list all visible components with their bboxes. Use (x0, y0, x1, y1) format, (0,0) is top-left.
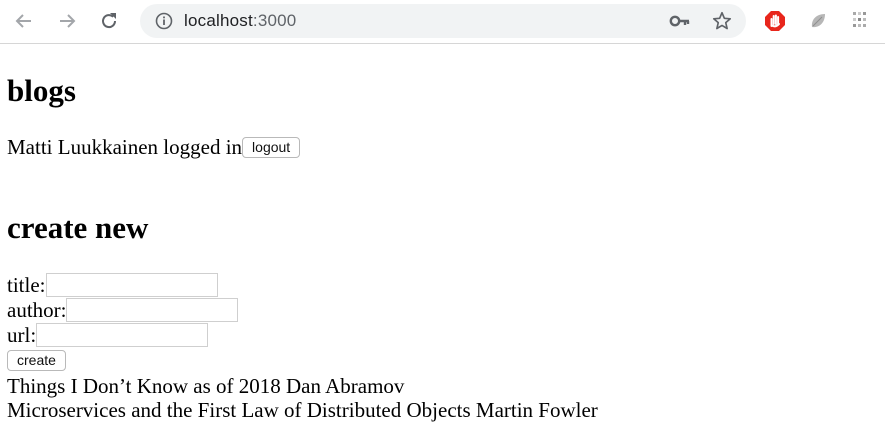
author-label: author: (7, 298, 67, 322)
leaf-extension[interactable] (806, 9, 830, 33)
url-label: url: (7, 323, 37, 347)
forward-arrow-icon (60, 14, 76, 28)
stop-extension-icon (765, 11, 785, 31)
title-label: title: (7, 273, 46, 297)
browser-toolbar: localhost:3000 (0, 0, 885, 44)
back-arrow-icon (15, 14, 31, 28)
create-button-wrap: create (7, 350, 66, 372)
url-input[interactable] (36, 323, 209, 347)
reload-button[interactable] (96, 8, 122, 34)
page-title: blogs (7, 73, 76, 108)
forward-button[interactable] (54, 8, 80, 34)
url-text[interactable]: localhost:3000 (184, 10, 296, 32)
url-host: localhost (184, 11, 253, 30)
url-port: :3000 (252, 11, 297, 30)
create-button[interactable]: create (7, 350, 66, 371)
grid-extension[interactable] (848, 9, 872, 33)
grid-extension-icon (853, 12, 866, 27)
star-icon[interactable] (711, 10, 733, 32)
author-input[interactable] (66, 298, 239, 322)
back-button[interactable] (11, 8, 37, 34)
logout-button[interactable]: logout (242, 137, 301, 158)
address-bar[interactable]: localhost:3000 (140, 4, 746, 38)
stop-extension[interactable] (763, 9, 787, 33)
login-status: Matti Luukkainen logged in logout (7, 135, 301, 159)
reload-icon (102, 13, 117, 29)
title-input[interactable] (45, 273, 218, 297)
blog-item: Things I Don’t Know as of 2018 Dan Abram… (7, 374, 405, 398)
create-new-heading: create new (7, 210, 149, 245)
info-icon[interactable] (154, 11, 174, 31)
author-row: author: (7, 298, 239, 322)
blog-item: Microservices and the First Law of Distr… (7, 398, 598, 422)
title-row: title: (7, 273, 218, 297)
url-row: url: (7, 323, 209, 347)
key-icon[interactable] (669, 12, 691, 30)
leaf-extension-icon (811, 14, 825, 28)
logged-in-user-text: Matti Luukkainen logged in (7, 135, 243, 159)
